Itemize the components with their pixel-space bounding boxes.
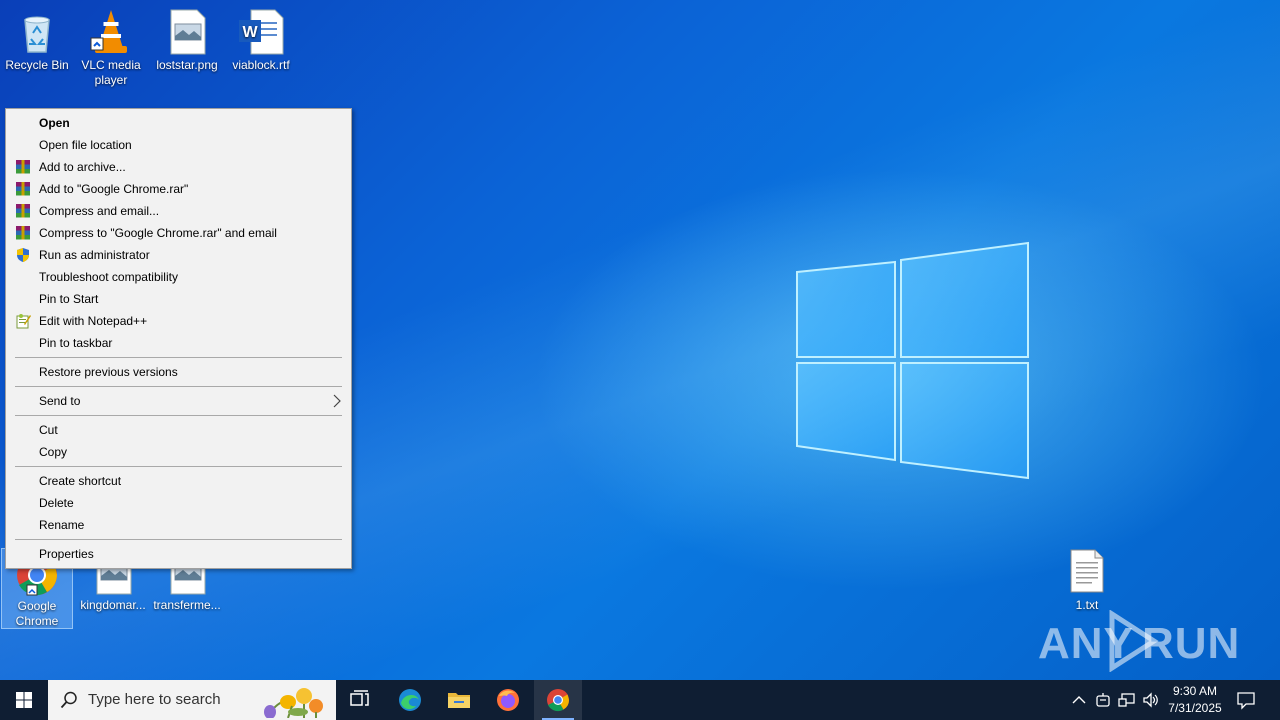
desktop-icon-label: Recycle Bin — [5, 58, 69, 72]
taskbar: Type here to search 9:30 AM 7/31/2025 — [0, 680, 1280, 720]
winrar-icon — [16, 204, 30, 218]
menu-item-label: Properties — [39, 547, 94, 561]
winrar-icon — [16, 182, 30, 196]
menu-item-troubleshoot-compatibility[interactable]: Troubleshoot compatibility — [6, 266, 351, 288]
menu-item-label: Add to "Google Chrome.rar" — [39, 182, 189, 196]
desktop-icon-label: transferme... — [153, 598, 221, 612]
chevron-up-icon[interactable] — [1070, 691, 1088, 709]
taskbar-firefox[interactable] — [484, 680, 532, 720]
desktop-icon-1txt[interactable]: 1.txt — [1050, 548, 1124, 613]
search-placeholder: Type here to search — [88, 691, 221, 708]
menu-item-restore-previous-versions[interactable]: Restore previous versions — [6, 361, 351, 383]
network-icon[interactable] — [1118, 691, 1136, 709]
menu-item-rename[interactable]: Rename — [6, 514, 351, 536]
clock-date: 7/31/2025 — [1168, 701, 1222, 715]
menu-item-label: Create shortcut — [39, 474, 122, 488]
menu-item-add-to-archive[interactable]: Add to archive... — [6, 156, 351, 178]
task-view-icon — [350, 690, 369, 706]
menu-separator — [15, 539, 342, 540]
context-menu: Open Open file location Add to archive..… — [5, 108, 352, 569]
menu-item-delete[interactable]: Delete — [6, 492, 351, 514]
task-view-button[interactable] — [336, 680, 384, 720]
recycle-bin-icon — [13, 8, 61, 56]
menu-item-label: Rename — [39, 518, 85, 532]
menu-item-compress-to-rar-and-email[interactable]: Compress to "Google Chrome.rar" and emai… — [6, 222, 351, 244]
menu-item-label: Send to — [39, 394, 81, 408]
chrome-icon — [547, 689, 569, 712]
uac-shield-icon — [17, 248, 29, 262]
menu-item-label: Pin to Start — [39, 292, 99, 306]
menu-item-open[interactable]: Open — [6, 112, 351, 134]
menu-item-label: Delete — [39, 496, 74, 510]
edge-icon — [399, 689, 421, 711]
menu-item-label: Add to archive... — [39, 160, 126, 174]
notepadpp-icon — [16, 314, 31, 329]
menu-item-create-shortcut[interactable]: Create shortcut — [6, 470, 351, 492]
taskbar-edge[interactable] — [386, 680, 434, 720]
desktop-icon-vlc[interactable]: VLC media player — [74, 8, 148, 88]
search-icon — [60, 691, 77, 709]
menu-item-copy[interactable]: Copy — [6, 441, 351, 463]
action-center-icon[interactable] — [1236, 690, 1256, 710]
menu-item-edit-with-notepadpp[interactable]: Edit with Notepad++ — [6, 310, 351, 332]
menu-item-pin-to-start[interactable]: Pin to Start — [6, 288, 351, 310]
anyrun-watermark: ANY RUN — [1038, 609, 1239, 673]
image-file-icon — [163, 8, 211, 56]
start-button[interactable] — [0, 680, 48, 720]
menu-item-label: Compress and email... — [39, 204, 160, 218]
vlc-icon — [87, 8, 135, 56]
winrar-icon — [16, 160, 30, 174]
search-highlight-flowers-icon — [264, 688, 323, 718]
desktop-icon-label: kingdomar... — [80, 598, 146, 612]
desktop-icon-label: viablock.rtf — [232, 58, 290, 72]
menu-item-cut[interactable]: Cut — [6, 419, 351, 441]
menu-item-properties[interactable]: Properties — [6, 543, 351, 565]
word-document-icon: W — [237, 8, 285, 56]
desktop-icon-recycle-bin[interactable]: Recycle Bin — [0, 8, 74, 73]
menu-item-send-to[interactable]: Send to — [6, 390, 351, 412]
volume-icon[interactable] — [1142, 691, 1160, 709]
desktop-icon-label: VLC media player — [81, 58, 141, 87]
text-file-icon — [1063, 548, 1111, 596]
menu-item-label: Open — [39, 116, 70, 130]
desktop-icon-label: loststar.png — [156, 58, 218, 72]
taskbar-chrome[interactable] — [534, 680, 582, 720]
svg-text:RUN: RUN — [1142, 619, 1238, 668]
firefox-icon — [497, 689, 519, 711]
desktop-icon-loststar[interactable]: loststar.png — [150, 8, 224, 73]
menu-item-add-to-rar[interactable]: Add to "Google Chrome.rar" — [6, 178, 351, 200]
chevron-right-icon — [333, 390, 341, 418]
taskbar-search-box[interactable]: Type here to search — [48, 680, 336, 720]
menu-item-label: Cut — [39, 423, 58, 437]
menu-item-label: Restore previous versions — [39, 365, 178, 379]
windows-start-icon — [16, 692, 32, 708]
menu-item-label: Compress to "Google Chrome.rar" and emai… — [39, 226, 277, 240]
menu-item-run-as-administrator[interactable]: Run as administrator — [6, 244, 351, 266]
taskbar-file-explorer[interactable] — [435, 680, 483, 720]
menu-item-label: Troubleshoot compatibility — [39, 270, 178, 284]
menu-item-label: Run as administrator — [39, 248, 150, 262]
menu-item-label: Pin to taskbar — [39, 336, 113, 350]
menu-item-label: Open file location — [39, 138, 132, 152]
menu-separator — [15, 357, 342, 358]
menu-separator — [15, 466, 342, 467]
file-explorer-icon — [448, 693, 470, 708]
windows-logo-wallpaper — [796, 241, 1029, 480]
menu-item-label: Copy — [39, 445, 68, 459]
svg-text:W: W — [242, 24, 258, 41]
menu-item-label: Edit with Notepad++ — [39, 314, 148, 328]
network-agent-icon[interactable] — [1094, 691, 1112, 709]
clock-time: 9:30 AM — [1172, 684, 1218, 698]
winrar-icon — [16, 226, 30, 240]
menu-separator — [15, 415, 342, 416]
menu-item-pin-to-taskbar[interactable]: Pin to taskbar — [6, 332, 351, 354]
desktop-icon-label: Google Chrome — [15, 599, 59, 628]
taskbar-clock[interactable]: 9:30 AM 7/31/2025 — [1160, 683, 1230, 717]
desktop-icon-viablock[interactable]: W viablock.rtf — [224, 8, 298, 73]
menu-separator — [15, 386, 342, 387]
menu-item-compress-and-email[interactable]: Compress and email... — [6, 200, 351, 222]
menu-item-open-file-location[interactable]: Open file location — [6, 134, 351, 156]
